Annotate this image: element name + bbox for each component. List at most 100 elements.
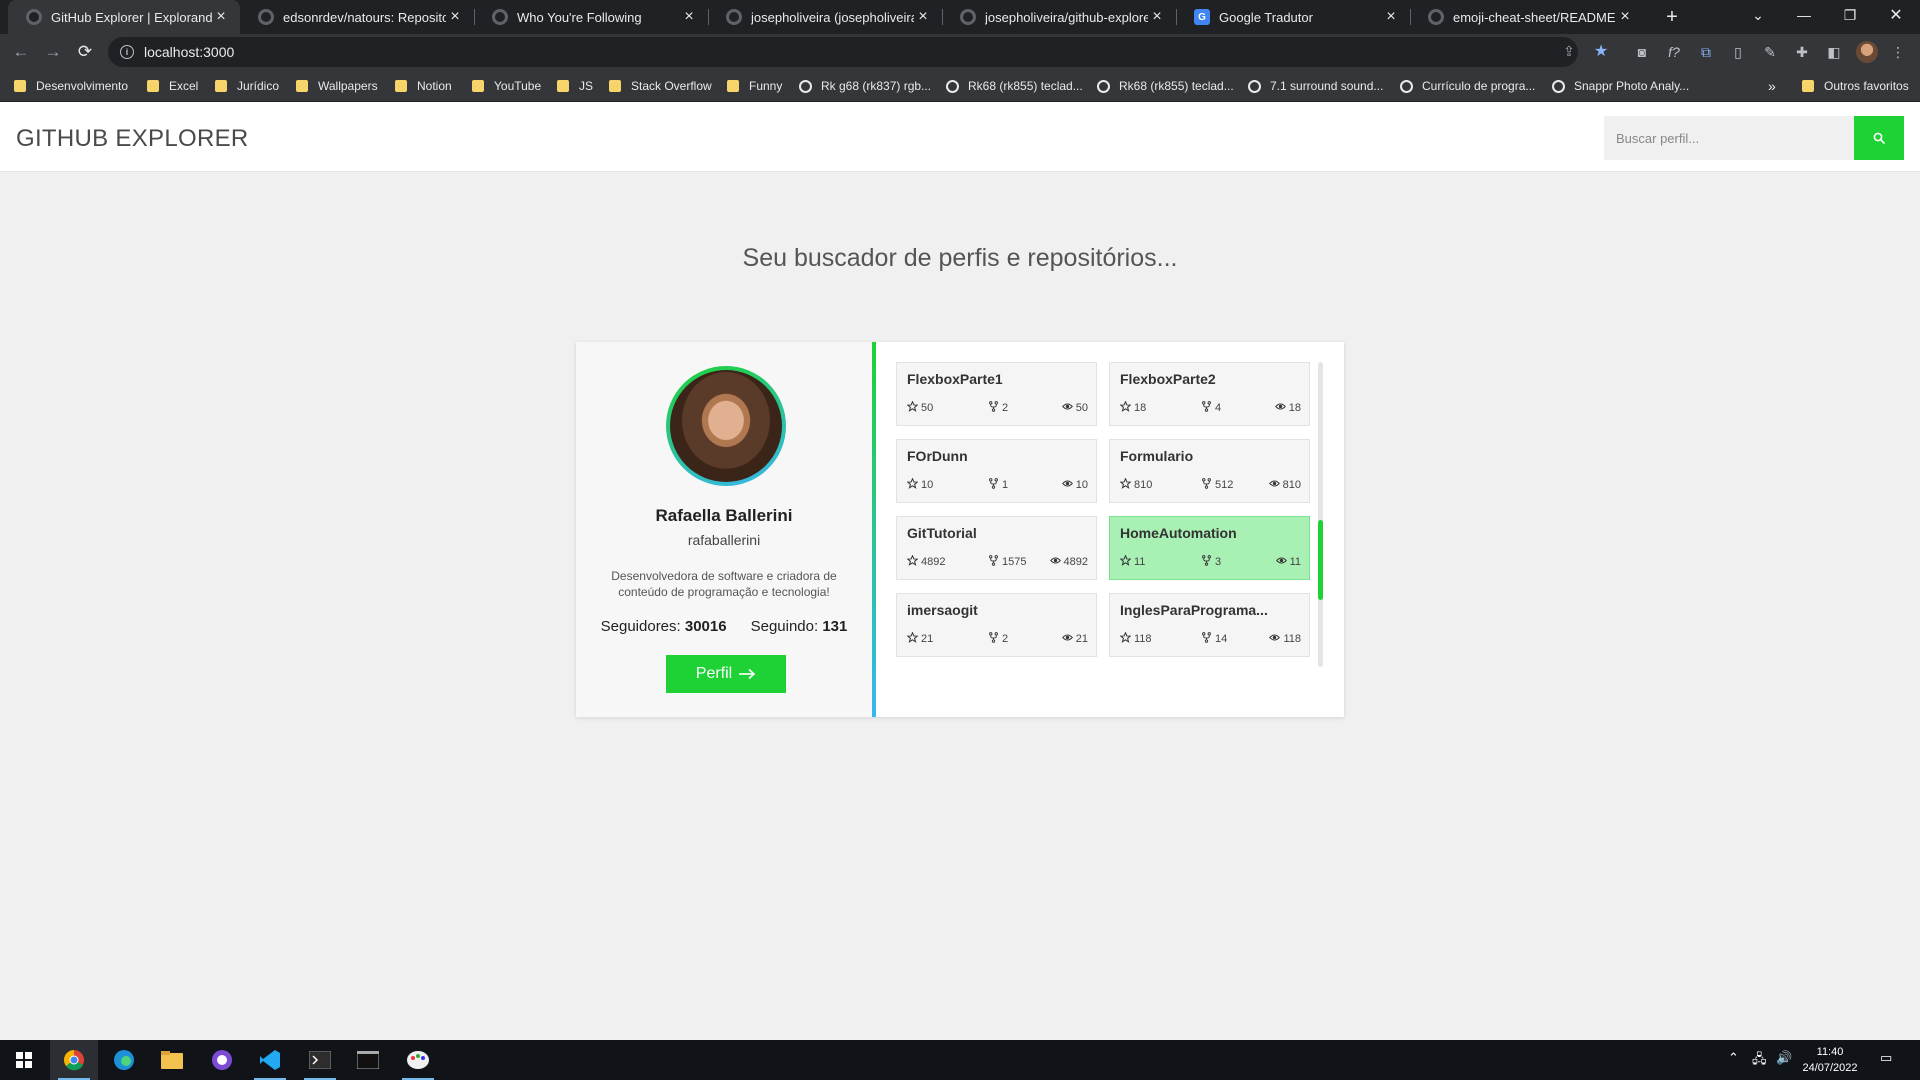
taskbar-edge[interactable]: [100, 1040, 148, 1080]
repo-card[interactable]: InglesParaPrograma... 118 14 118: [1109, 593, 1310, 657]
other-favorites-folder[interactable]: Outros favoritos: [1802, 77, 1909, 95]
folder-icon: [472, 80, 484, 92]
following-count: 131: [822, 618, 848, 635]
font-extension-icon[interactable]: f?: [1664, 42, 1684, 62]
browser-tab[interactable]: Who You're Following ×: [474, 0, 708, 34]
pen-extension-icon[interactable]: ✎: [1760, 42, 1780, 62]
bookmark-link[interactable]: 7.1 surround sound...: [1248, 77, 1383, 95]
taskbar-vscode[interactable]: [246, 1040, 294, 1080]
network-icon[interactable]: 🖧: [1752, 1050, 1767, 1072]
start-button[interactable]: [0, 1040, 48, 1080]
bookmark-label: Excel: [169, 79, 199, 93]
extensions-puzzle-icon[interactable]: ✚: [1792, 42, 1812, 62]
site-info-icon[interactable]: i: [120, 45, 134, 59]
forks-count: 3: [1215, 556, 1222, 568]
reload-button[interactable]: ⟳: [72, 39, 98, 65]
side-panel-icon[interactable]: ◧: [1824, 42, 1844, 62]
google-translate-icon: G: [1194, 9, 1210, 25]
repo-card[interactable]: Formulario 810 512 810: [1109, 439, 1310, 503]
close-icon[interactable]: ×: [1382, 8, 1400, 26]
bookmark-folder[interactable]: Wallpapers: [296, 77, 378, 95]
tray-chevron-icon[interactable]: ⌃: [1728, 1050, 1739, 1066]
bookmark-folder[interactable]: JS: [557, 77, 593, 95]
repo-scrollbar-thumb[interactable]: [1318, 520, 1323, 600]
more-bookmarks-button[interactable]: »: [1768, 77, 1776, 95]
close-icon[interactable]: ×: [914, 8, 932, 26]
browser-tab[interactable]: GitHub Explorer | Explorando pe ×: [8, 0, 240, 34]
minimize-button[interactable]: —: [1782, 0, 1826, 30]
bookmark-link[interactable]: Snappr Photo Analy...: [1552, 77, 1689, 95]
browser-tab[interactable]: emoji-cheat-sheet/README.md ×: [1410, 0, 1644, 34]
globe-icon: [1097, 79, 1110, 93]
bookmark-link[interactable]: Rk68 (rk855) teclad...: [1097, 77, 1234, 95]
fork-icon: [1201, 632, 1212, 646]
eye-icon: [1061, 401, 1073, 415]
menu-kebab-icon[interactable]: ⋮: [1888, 42, 1908, 62]
repo-card[interactable]: FOrDunn 10 1 10: [896, 439, 1097, 503]
taskbar-browser[interactable]: [198, 1040, 246, 1080]
repo-card[interactable]: FlexboxParte1 50 2 50: [896, 362, 1097, 426]
bookmark-star-icon[interactable]: ★: [1592, 42, 1610, 60]
terminal-icon: [309, 1051, 331, 1069]
close-icon[interactable]: ×: [680, 8, 698, 26]
clock-time: 11:40: [1816, 1046, 1844, 1058]
browser-tab[interactable]: G Google Tradutor ×: [1176, 0, 1410, 34]
volume-icon[interactable]: 🔊: [1776, 1050, 1792, 1066]
bookmark-folder[interactable]: Desenvolvimento: [14, 77, 128, 95]
bookmark-label: JS: [579, 79, 594, 93]
taskbar-file-explorer[interactable]: [148, 1040, 196, 1080]
camera-extension-icon[interactable]: ◙: [1632, 42, 1652, 62]
browser-tab[interactable]: josepholiveira/github-explorer ×: [942, 0, 1176, 34]
tab-title: josepholiveira (josepholiveira) / I: [751, 9, 914, 25]
address-bar[interactable]: i localhost:3000: [108, 37, 1578, 67]
browser-tab[interactable]: josepholiveira (josepholiveira) / I ×: [708, 0, 942, 34]
close-icon[interactable]: ×: [1616, 8, 1634, 26]
github-icon: [26, 9, 42, 25]
forward-button[interactable]: →: [40, 39, 66, 65]
bookmark-folder[interactable]: YouTube: [472, 77, 541, 95]
bookmark-folder[interactable]: Stack Overflow: [609, 77, 712, 95]
user-name: Rafaella Ballerini: [655, 506, 793, 525]
bookmark-folder[interactable]: Excel: [147, 77, 198, 95]
user-avatar: [666, 366, 786, 486]
share-icon[interactable]: ⇪: [1560, 42, 1578, 60]
close-icon[interactable]: ×: [212, 8, 230, 26]
close-icon[interactable]: ×: [446, 8, 464, 26]
restore-button[interactable]: ❐: [1828, 0, 1872, 30]
close-window-button[interactable]: ✕: [1874, 0, 1918, 30]
bookmark-folder[interactable]: Funny: [727, 77, 782, 95]
repo-card[interactable]: FlexboxParte2 18 4 18: [1109, 362, 1310, 426]
repo-card[interactable]: GitTutorial 4892 1575 4892: [896, 516, 1097, 580]
bookmark-folder[interactable]: Jurídico: [215, 77, 279, 95]
forks-count: 14: [1215, 633, 1228, 645]
notifications-icon[interactable]: ▭: [1880, 1050, 1892, 1066]
search-button[interactable]: [1854, 116, 1904, 160]
taskbar-chrome[interactable]: [50, 1040, 98, 1080]
profile-avatar[interactable]: [1856, 41, 1878, 63]
close-icon[interactable]: ×: [1148, 8, 1166, 26]
search-profile-input[interactable]: [1604, 116, 1854, 160]
repo-card[interactable]: imersaogit 21 2 21: [896, 593, 1097, 657]
bookmark-link[interactable]: Currículo de progra...: [1400, 77, 1535, 95]
bookmark-label: Desenvolvimento: [36, 79, 129, 93]
search-icon: [1873, 132, 1885, 144]
new-tab-button[interactable]: +: [1650, 2, 1694, 32]
translate-extension-icon[interactable]: ⧉: [1696, 42, 1716, 62]
bookmark-link[interactable]: Rk68 (rk855) teclad...: [946, 77, 1083, 95]
bookmarks-bar: Desenvolvimento Excel Jurídico Wallpaper…: [0, 70, 1920, 102]
bookmark-folder[interactable]: Notion: [395, 77, 452, 95]
forks-count: 1575: [1002, 556, 1027, 568]
browser-tab[interactable]: edsonrdev/natours: Repository c ×: [240, 0, 474, 34]
globe-icon: [1552, 79, 1565, 93]
taskbar-terminal[interactable]: [296, 1040, 344, 1080]
system-clock[interactable]: 11:40 24/07/2022: [1800, 1044, 1860, 1076]
taskbar-cmd[interactable]: [344, 1040, 392, 1080]
profile-button[interactable]: Perfil: [666, 655, 786, 693]
bookmark-link[interactable]: Rk g68 (rk837) rgb...: [799, 77, 931, 95]
taskbar-paint[interactable]: [394, 1040, 442, 1080]
phone-extension-icon[interactable]: ▯: [1728, 42, 1748, 62]
back-button[interactable]: ←: [8, 39, 34, 65]
repo-card[interactable]: HomeAutomation 11 3 11: [1109, 516, 1310, 580]
repo-scrollbar-track[interactable]: [1318, 362, 1323, 667]
tab-search-icon[interactable]: ⌄: [1736, 0, 1780, 30]
